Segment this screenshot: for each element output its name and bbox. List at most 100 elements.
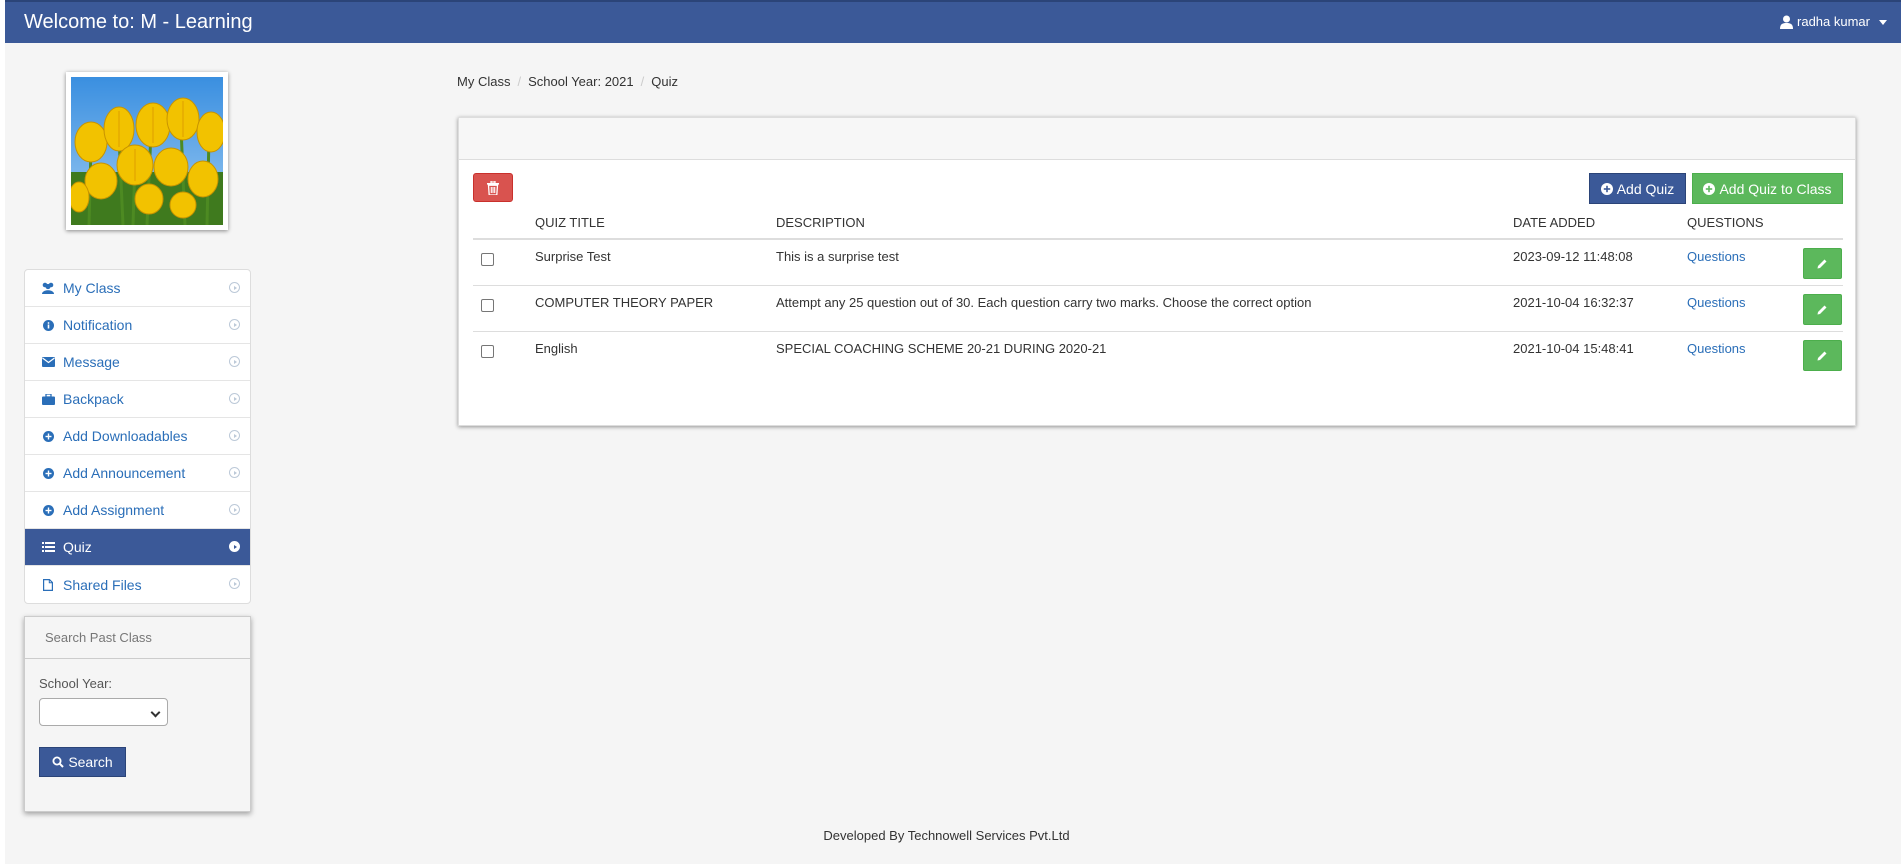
quiz-title: Surprise Test (535, 239, 776, 286)
user-icon (1780, 15, 1794, 29)
briefcase-icon (41, 392, 55, 406)
edit-button[interactable] (1803, 248, 1842, 279)
search-icon (52, 756, 65, 768)
sidebar-item-label: Add Assignment (63, 502, 165, 518)
date-added: 2021-10-04 15:48:41 (1513, 340, 1634, 356)
actions-cell (1803, 239, 1843, 286)
row-select-cell (473, 331, 535, 377)
column-header-date-added: DATE ADDED (1513, 206, 1687, 240)
quiz-title: COMPUTER THEORY PAPER (535, 285, 776, 332)
sidebar-item-label: Notification (63, 317, 133, 333)
quiz-description: SPECIAL COACHING SCHEME 20-21 DURING 202… (776, 340, 1107, 356)
sidebar-item-label: Shared Files (63, 576, 142, 593)
edit-button[interactable] (1803, 293, 1842, 325)
questions-cell: Questions (1687, 285, 1803, 332)
file-icon (41, 578, 55, 592)
sidebar-item-my-class[interactable]: My Class (25, 270, 250, 307)
breadcrumb-item-my-class[interactable]: My Class (457, 74, 510, 89)
row-select-cell (473, 285, 535, 332)
users-icon (41, 281, 55, 295)
add-quiz-label: Add Quiz (1616, 180, 1675, 197)
add-quiz-button[interactable]: Add Quiz (1589, 173, 1686, 204)
arrow-circle-right-icon (229, 504, 240, 515)
row-select-cell (473, 239, 535, 286)
questions-link[interactable]: Questions (1687, 341, 1746, 356)
quiz-description: This is a surprise test (776, 239, 1513, 286)
sidebar-item-message[interactable]: Message (25, 344, 250, 381)
arrow-circle-right-icon (229, 319, 240, 330)
search-button[interactable]: Search (39, 747, 126, 777)
quiz-description: Attempt any 25 question out of 30. Each … (776, 285, 1513, 332)
date-added: 2023-09-12 11:48:08 (1513, 239, 1687, 286)
user-name: radha kumar (1797, 14, 1870, 29)
column-header-description: DESCRIPTION (776, 206, 1513, 240)
panel-heading: Search Past Class (25, 617, 250, 659)
sidebar-item-backpack[interactable]: Backpack (25, 381, 250, 418)
tulips-photo (71, 77, 223, 225)
actions-cell (1803, 331, 1843, 377)
plus-circle-icon (41, 466, 55, 480)
quiz-title: English (535, 340, 578, 356)
actions-column-header (1803, 206, 1843, 240)
sidebar-item-label: Add Announcement (63, 465, 186, 481)
select-column-header (473, 206, 535, 240)
sidebar-item-quiz[interactable]: Quiz (25, 529, 250, 566)
row-checkbox[interactable] (481, 344, 494, 358)
quiz-table: QUIZ TITLE DESCRIPTION DATE ADDED QUESTI… (473, 206, 1843, 377)
sidebar-item-label: Add Downloadables (63, 428, 188, 444)
arrow-circle-right-icon (229, 356, 240, 367)
breadcrumb-item-quiz: Quiz (651, 74, 678, 89)
user-menu[interactable]: radha kumar (1780, 14, 1887, 29)
page-edge (0, 0, 5, 864)
arrow-circle-right-icon (229, 541, 240, 552)
sidebar-item-label: Message (63, 354, 120, 370)
plus-circle-icon (41, 429, 55, 443)
edit-button[interactable] (1803, 339, 1842, 371)
table-row: English SPECIAL COACHING SCHEME 20-21 DU… (473, 331, 1843, 377)
questions-cell: Questions (1687, 239, 1803, 286)
sidebar-item-add-announcement[interactable]: Add Announcement (25, 455, 250, 492)
arrow-circle-right-icon (229, 578, 240, 589)
pencil-icon (1817, 305, 1827, 314)
arrow-circle-right-icon (229, 430, 240, 441)
delete-button[interactable] (473, 173, 513, 202)
breadcrumb: My Class / School Year: 2021 / Quiz (457, 74, 678, 89)
footer-text: Developed By Technowell Services Pvt.Ltd (823, 828, 1070, 843)
footer: Developed By Technowell Services Pvt.Ltd (0, 828, 1901, 843)
table-row: COMPUTER THEORY PAPER Attempt any 25 que… (473, 285, 1843, 332)
info-icon (41, 318, 55, 332)
arrow-circle-right-icon (229, 282, 240, 293)
pencil-icon (1817, 351, 1827, 360)
breadcrumb-separator: / (640, 74, 645, 89)
school-year-select[interactable] (39, 698, 168, 726)
breadcrumb-item-school-year[interactable]: School Year: 2021 (528, 74, 634, 89)
search-past-class-panel: Search Past Class School Year: Search (24, 616, 251, 812)
add-quiz-to-class-label: Add Quiz to Class (1719, 180, 1832, 197)
sidebar-item-shared-files[interactable]: Shared Files (25, 566, 250, 603)
sidebar-item-notification[interactable]: Notification (25, 307, 250, 344)
sidebar-item-label: My Class (63, 280, 121, 296)
sidebar-item-add-assignment[interactable]: Add Assignment (25, 492, 250, 529)
caret-down-icon (1879, 20, 1887, 25)
trash-icon (487, 180, 499, 195)
column-header-questions: QUESTIONS (1687, 206, 1803, 240)
actions-cell (1803, 285, 1843, 332)
column-header-quiz-title: QUIZ TITLE (535, 206, 776, 240)
sidebar-item-add-downloadables[interactable]: Add Downloadables (25, 418, 250, 455)
questions-link[interactable]: Questions (1687, 249, 1746, 264)
arrow-circle-right-icon (229, 467, 240, 478)
list-icon (41, 540, 55, 554)
search-button-label: Search (68, 754, 113, 770)
questions-cell: Questions (1687, 331, 1803, 377)
row-checkbox[interactable] (481, 298, 494, 312)
plus-circle-icon (1600, 182, 1613, 195)
questions-link[interactable]: Questions (1687, 295, 1746, 310)
arrow-circle-right-icon (229, 393, 240, 404)
table-row: Surprise Test This is a surprise test 20… (473, 239, 1843, 286)
app-title: Welcome to: M - Learning (24, 11, 253, 33)
envelope-icon (41, 355, 55, 369)
side-menu: My Class Notification Message Backpack A… (24, 269, 251, 604)
top-navbar: Welcome to: M - Learning radha kumar (5, 0, 1901, 43)
row-checkbox[interactable] (481, 253, 494, 266)
add-quiz-to-class-button[interactable]: Add Quiz to Class (1692, 173, 1843, 204)
